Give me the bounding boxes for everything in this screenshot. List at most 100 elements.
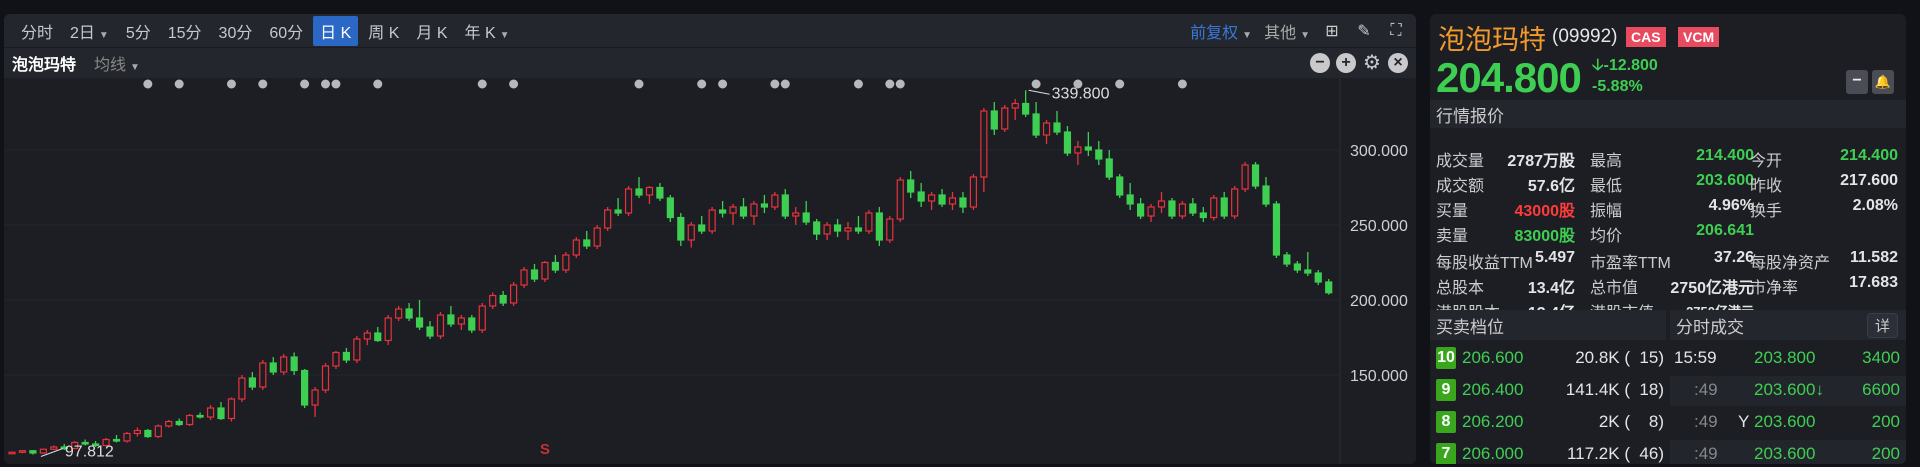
tab-30min[interactable]: 30分 [212,16,260,46]
candle-body [395,308,403,319]
tab-60min[interactable]: 60分 [262,16,310,46]
zoom-in-icon[interactable]: + [1336,53,1356,73]
tick-row: 15:59 203.800 3400 [1670,344,1906,374]
tab-yearly-k[interactable]: 年 K ▼ [458,16,517,46]
level-badge: 10 [1436,347,1456,369]
candle-body [353,338,361,361]
quote-value: 2.08% [1852,197,1898,214]
sell-marker: S [540,441,550,458]
tab-yearly-label: 年 K [464,24,496,42]
adjust-dropdown[interactable]: 前复权 ▼ [1190,19,1252,43]
tick-time: :49 [1694,380,1718,399]
tick-price: 203.600↓ [1754,380,1824,399]
event-marker [174,79,184,89]
candle-body [823,224,831,235]
candle-body [1304,269,1312,274]
candle-body [708,209,716,232]
section-ticks: 分时成交 详 [1670,310,1906,340]
bell-icon[interactable]: 🔔 [1872,70,1894,94]
max-price-label: 339.800 [1052,85,1110,102]
candle-body [1053,122,1061,133]
candle-body [175,420,183,426]
candle-body [541,261,549,280]
candle-body [436,314,445,337]
min-price-label: 97.812 [65,444,114,461]
candle-body [917,191,925,202]
event-marker [770,79,780,89]
tab-timeshare[interactable]: 分时 [14,16,60,46]
stock-title: 泡泡玛特 [1438,25,1546,55]
candle-body [1032,113,1040,136]
collapse-button[interactable]: − [1846,70,1868,94]
tab-monthly-k[interactable]: 月 K [409,16,454,46]
candle-body [1022,102,1030,115]
tab-15min[interactable]: 15分 [161,16,209,46]
candle-body [645,186,654,196]
indicator-dropdown[interactable]: 均线 ▼ [94,51,140,75]
level-badge: 9 [1436,379,1456,401]
candle-body [342,351,350,361]
pen-icon[interactable]: ✎ [1354,21,1374,41]
candle-body [196,414,204,418]
orderbook-row: 7 206.000 117.2K ( 46) [1430,440,1666,464]
candlestick-chart[interactable]: 300.000 250.000 200.000 150.000 339.800 97.… [4,78,1416,464]
candle-body [1011,102,1019,109]
quote-label: 卖量 [1436,228,1469,245]
event-marker [1031,79,1041,89]
last-price: 204.800 [1436,54,1582,101]
candle-body [583,239,591,247]
tick-volume: 200 [1871,444,1900,463]
candle-body [635,188,643,196]
indicator-label: 均线 [94,57,127,74]
event-marker [697,79,707,89]
candle-body [1126,194,1134,205]
tab-daily-k[interactable]: 日 K [313,15,359,46]
candle-body [1262,185,1270,205]
candle-body [290,356,298,372]
other-dropdown[interactable]: 其他 ▼ [1264,19,1310,43]
candle-body [374,332,382,342]
candle-body [886,218,894,241]
event-marker [1177,79,1187,89]
candle-body [321,365,330,391]
candle-body [1283,254,1291,265]
candle-body [1042,122,1051,136]
tick-time: :49 [1694,412,1718,431]
price-change: 🡣-12.800 [1592,54,1658,81]
candle-body [206,407,215,418]
candle-body [593,227,601,247]
candle-body [1168,200,1176,217]
candle-body [896,179,904,220]
ask-count: 18) [1639,380,1664,399]
cas-badge: CAS [1626,27,1666,47]
tab-2day[interactable]: 2日 ▼ [63,16,116,46]
candle-body [1272,203,1281,256]
candle-body [1189,203,1197,214]
settings-gear-icon[interactable]: ⚙ [1362,53,1382,73]
event-marker [321,79,330,89]
quote-row: 总股本 13.4亿 总市值 2750亿港元 市净率 17.683 [1430,270,1906,297]
tick-price: 203.600 [1754,444,1816,463]
tab-weekly-k[interactable]: 周 K [361,16,406,46]
section-orderbook: 买卖档位 [1430,310,1666,340]
level-badge: 7 [1436,443,1456,464]
close-icon[interactable]: × [1388,53,1408,73]
candle-body [405,308,413,319]
quote-value: 217.600 [1840,172,1898,189]
layout-grid-icon[interactable]: ⊞ [1322,21,1342,41]
detail-button[interactable]: 详 [1866,313,1898,338]
candle-body [1095,149,1103,160]
candle-body [301,369,309,406]
candle-body [123,432,131,442]
candle-body [551,261,560,271]
tick-volume: 3400 [1862,348,1900,367]
candle-body [530,269,539,280]
tab-5min[interactable]: 5分 [119,16,158,46]
candle-body [332,351,340,367]
fullscreen-icon[interactable]: ⛶ [1386,21,1406,41]
candle-body [677,216,685,241]
ask-volume: 20.8K ( [1575,348,1630,367]
candle-body [1147,206,1155,217]
candle-body [687,224,695,241]
zoom-out-icon[interactable]: − [1310,53,1330,73]
